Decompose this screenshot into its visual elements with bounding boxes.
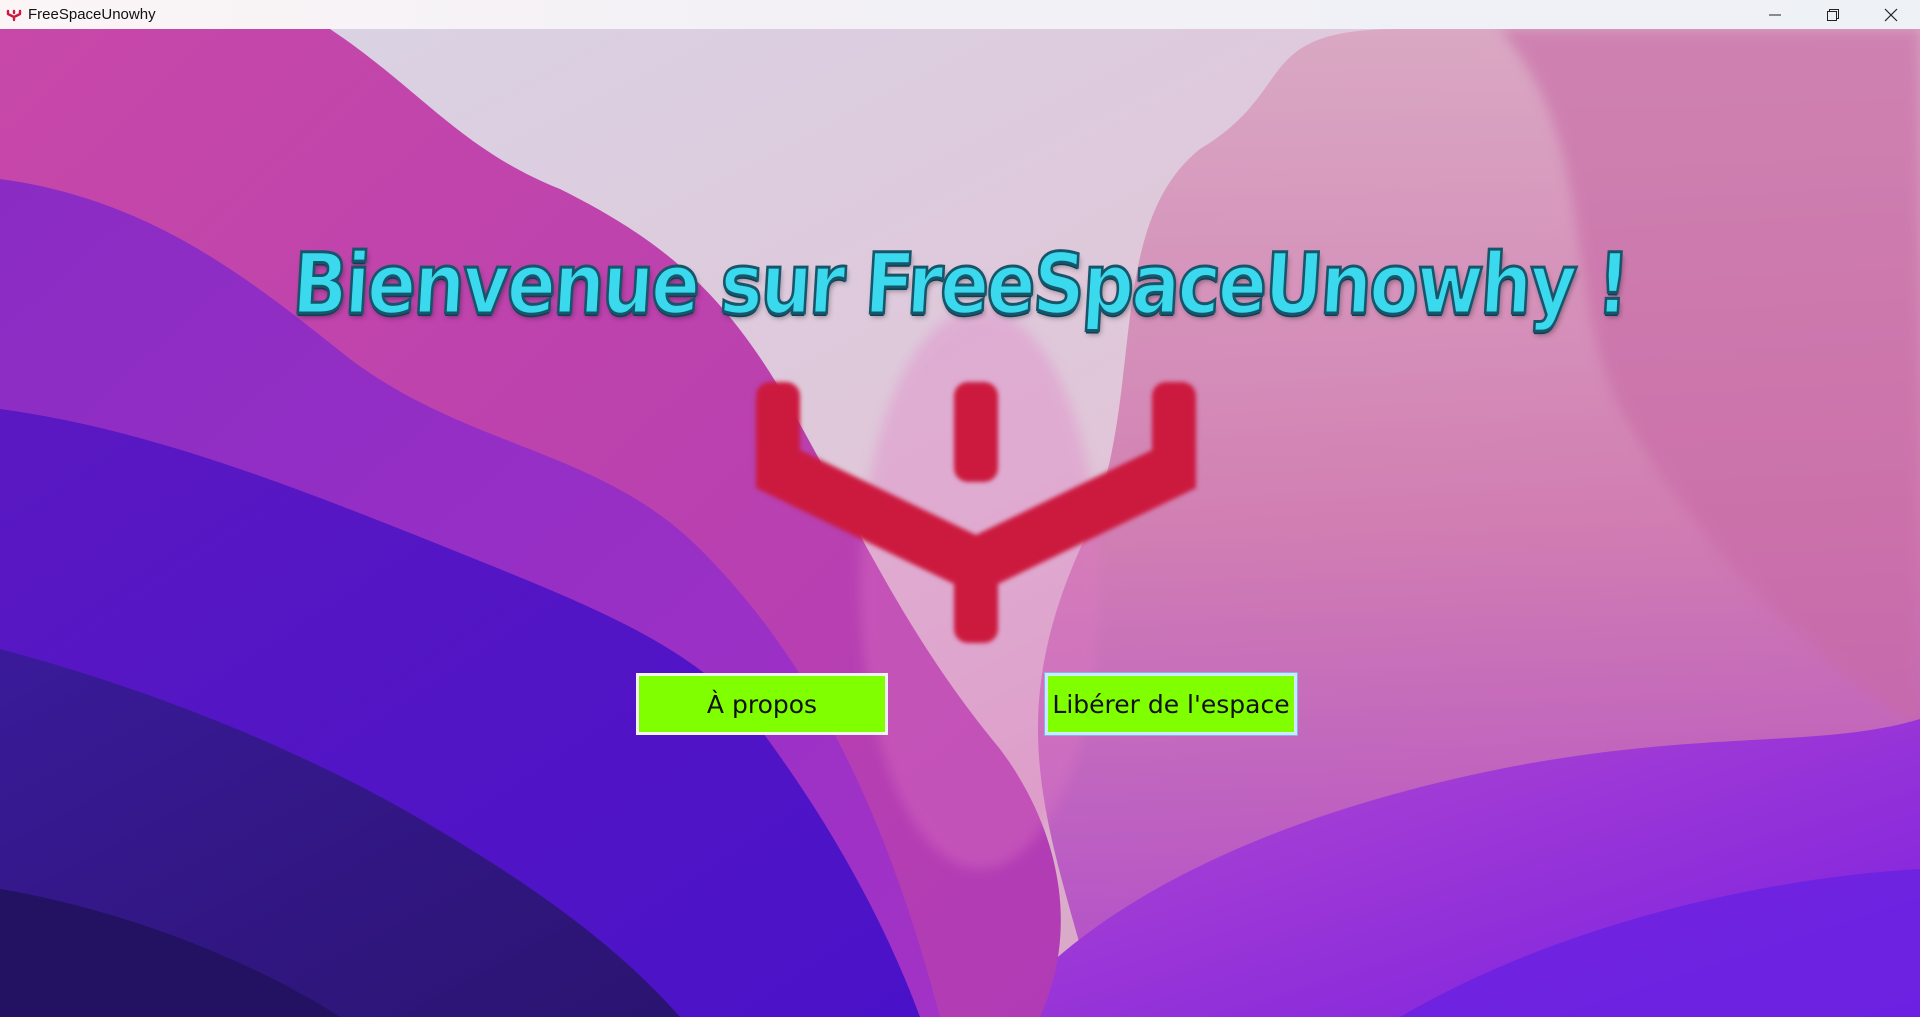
window-controls	[1746, 0, 1920, 29]
minimize-button[interactable]	[1746, 0, 1804, 29]
title-bar: FreeSpaceUnowhy	[0, 0, 1920, 29]
close-icon	[1884, 8, 1898, 21]
app-window: FreeSpaceUnowhy Bienvenue sur FreeSpaceU…	[0, 0, 1920, 1017]
about-button[interactable]: À propos	[636, 673, 888, 735]
close-button[interactable]	[1862, 0, 1920, 29]
minimize-icon	[1769, 14, 1781, 15]
unowhy-logo-icon	[756, 382, 1196, 643]
restore-icon	[1827, 8, 1839, 21]
app-logo-icon	[6, 9, 22, 21]
window-title: FreeSpaceUnowhy	[28, 6, 156, 23]
free-space-button[interactable]: Libérer de l'espace	[1045, 673, 1297, 735]
restore-button[interactable]	[1804, 0, 1862, 29]
welcome-heading: Bienvenue sur FreeSpaceUnowhy !	[289, 234, 1632, 335]
